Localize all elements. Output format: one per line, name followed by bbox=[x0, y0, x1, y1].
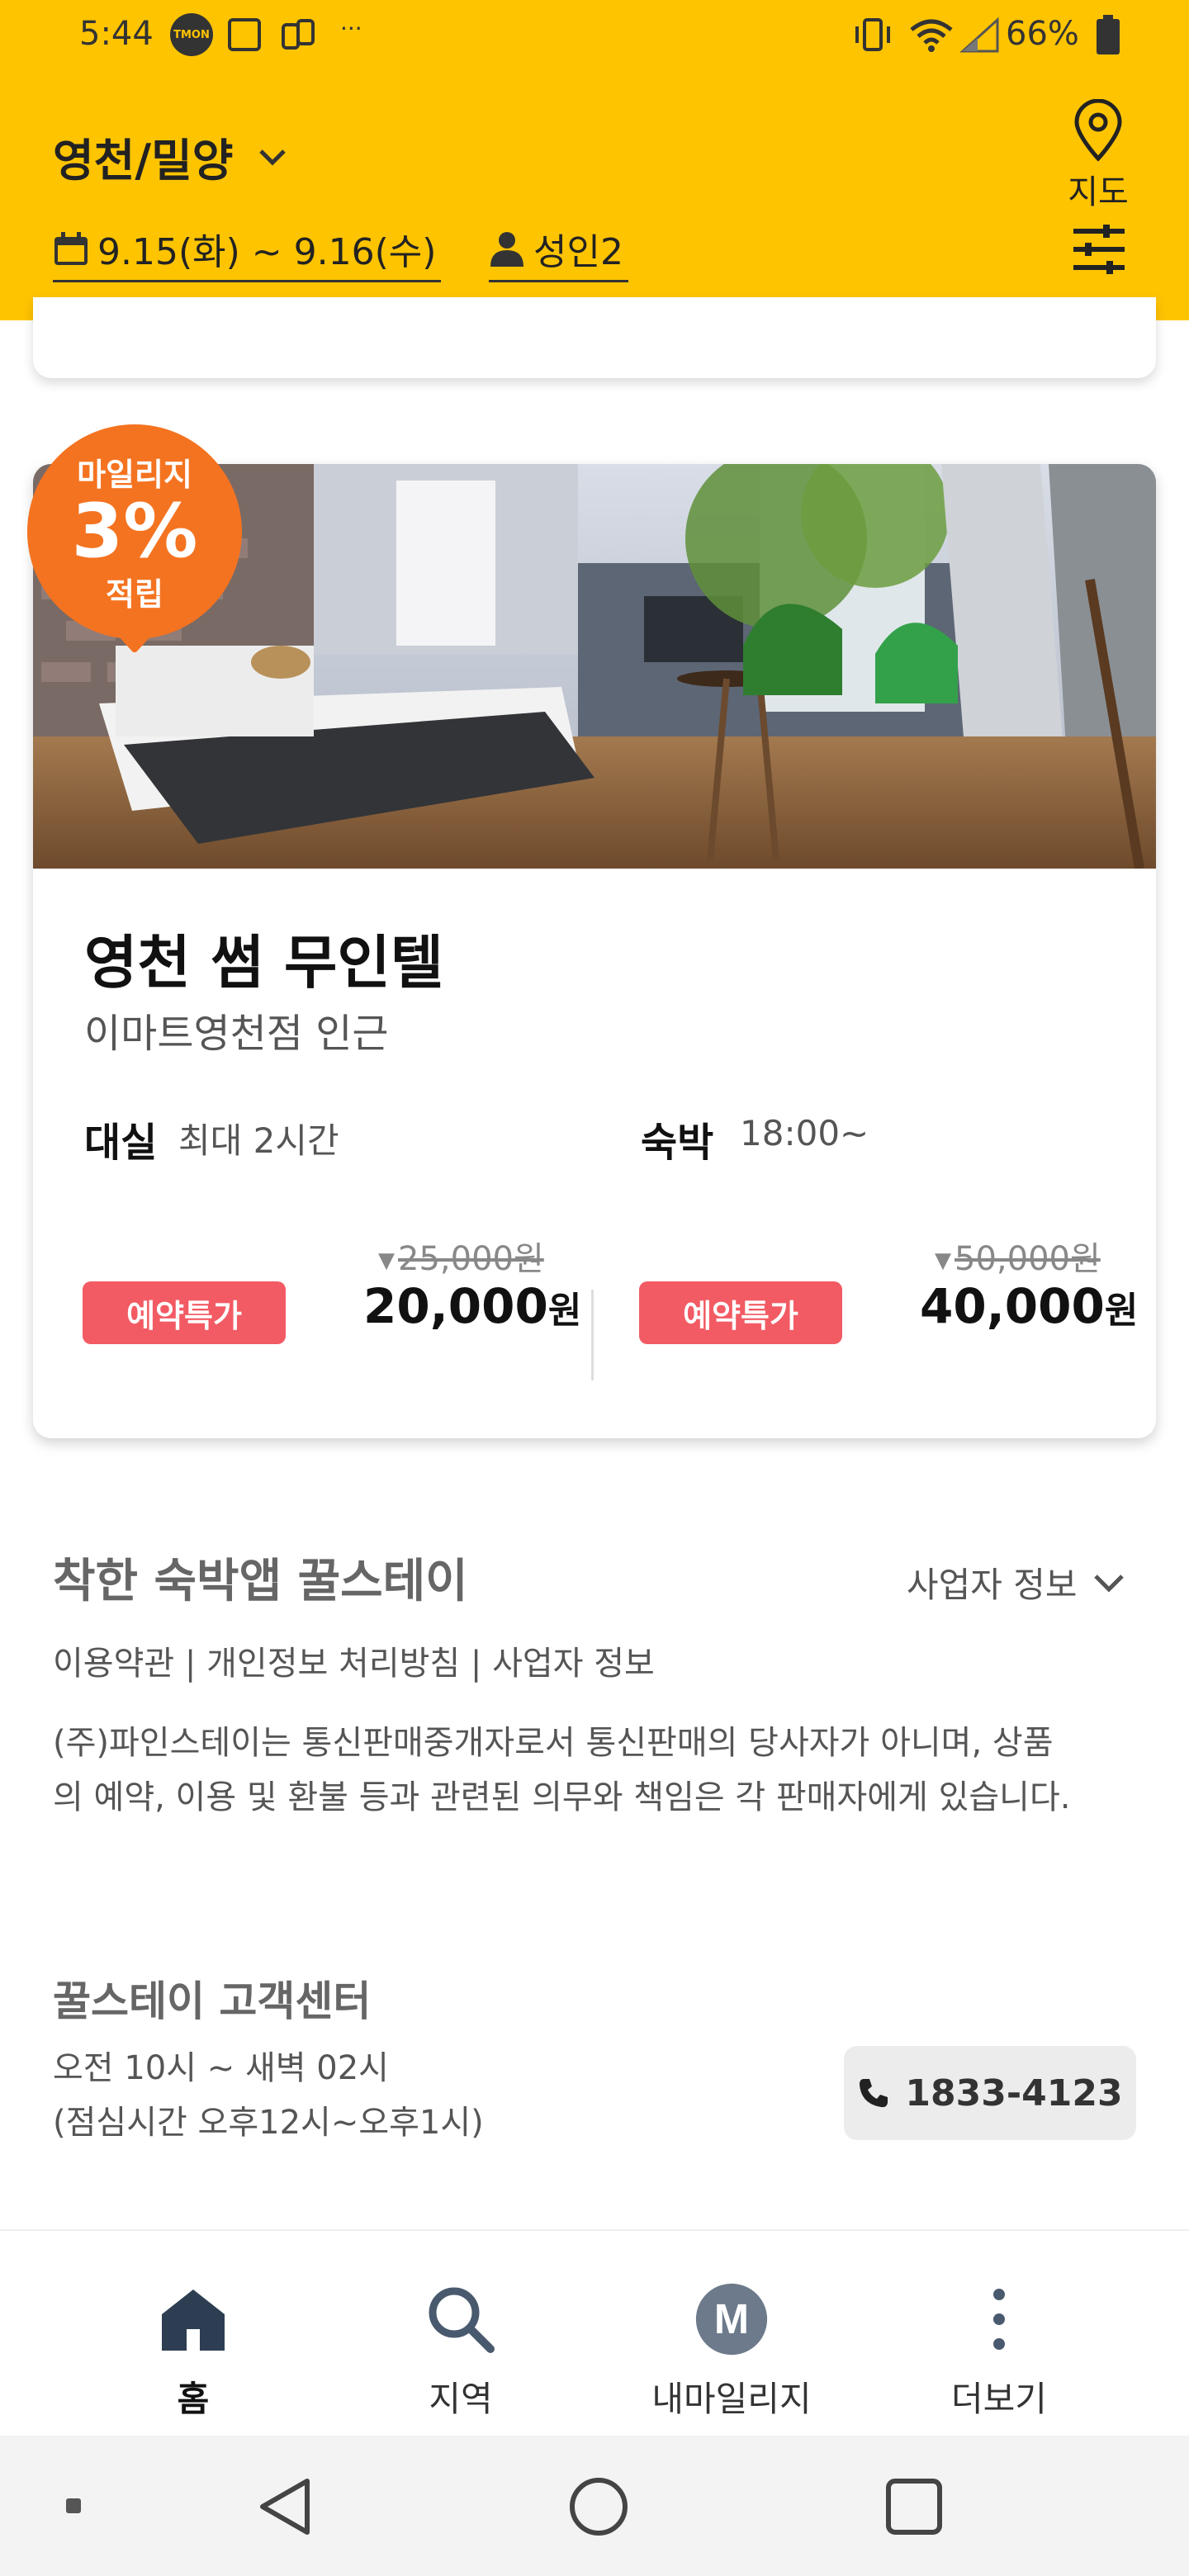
status-bar: 5:44 TMON ··· 66% bbox=[0, 0, 1189, 74]
footer-links[interactable]: 이용약관 | 개인정보 처리방침 | 사업자 정보 bbox=[53, 1636, 655, 1684]
person-icon bbox=[490, 231, 523, 267]
more-notifications-icon: ··· bbox=[340, 14, 362, 42]
date-selector[interactable]: 9.15(화) ~ 9.16(수) bbox=[53, 216, 442, 282]
previous-listing-card[interactable] bbox=[33, 297, 1156, 378]
signal-icon bbox=[959, 17, 1001, 53]
nav-region-label: 지역 bbox=[429, 2379, 493, 2419]
vibrate-icon bbox=[852, 17, 893, 53]
down-triangle-icon: ▼ bbox=[378, 1248, 395, 1273]
short-stay-promo-badge: 예약특가 bbox=[83, 1281, 286, 1344]
nav-mileage-label: 내마일리지 bbox=[651, 2379, 812, 2419]
nav-home[interactable]: 홈 bbox=[45, 2231, 342, 2437]
system-navigation-bar bbox=[0, 2436, 1189, 2576]
calendar-icon bbox=[54, 231, 88, 265]
region-name: 영천/밀양 bbox=[53, 135, 234, 187]
overnight-original-price: ▼ 50,000원 bbox=[935, 1240, 1101, 1278]
mileage-icon: M bbox=[694, 2282, 769, 2356]
business-info-toggle[interactable]: 사업자 정보 bbox=[907, 1557, 1125, 1608]
overnight-promo-badge: 예약특가 bbox=[639, 1281, 842, 1344]
nav-home-label: 홈 bbox=[177, 2379, 210, 2419]
dual-window-icon bbox=[281, 18, 315, 51]
back-icon[interactable] bbox=[248, 2474, 322, 2540]
rate-divider bbox=[591, 1290, 594, 1380]
badge-percent: 3% bbox=[71, 488, 198, 575]
battery-percent: 66% bbox=[1006, 15, 1079, 53]
short-stay-label: 대실 bbox=[84, 1120, 158, 1166]
down-triangle-icon: ▼ bbox=[935, 1248, 951, 1273]
cs-hours-line1: 오전 10시 ~ 새벽 02시 bbox=[53, 2049, 389, 2087]
date-range: 9.15(화) ~ 9.16(수) bbox=[97, 230, 437, 273]
short-stay-original-price: ▼ 25,000원 bbox=[378, 1240, 544, 1278]
nav-more[interactable]: 더보기 bbox=[850, 2231, 1148, 2437]
business-info-label: 사업자 정보 bbox=[907, 1565, 1078, 1605]
nav-region[interactable]: 지역 bbox=[312, 2231, 609, 2437]
cs-hours-line2: (점심시간 오후12시~오후1시) bbox=[53, 2104, 484, 2142]
chevron-down-icon bbox=[259, 149, 287, 166]
customer-center-hours: 오전 10시 ~ 새벽 02시 (점심시간 오후12시~오후1시) bbox=[53, 2041, 484, 2150]
map-button[interactable]: 지도 bbox=[1065, 98, 1131, 213]
overnight-label: 숙박 bbox=[641, 1120, 714, 1166]
search-icon bbox=[424, 2282, 498, 2356]
wifi-icon bbox=[908, 17, 955, 53]
tmon-app-icon: TMON bbox=[170, 13, 213, 56]
mileage-badge-text: 마일리지 3% 적립 bbox=[18, 419, 251, 652]
home-circle-icon[interactable] bbox=[561, 2474, 636, 2540]
more-icon bbox=[962, 2282, 1036, 2356]
header: 5:44 TMON ··· 66% 영천/밀양 9.15(화) ~ 9.16(수… bbox=[0, 0, 1189, 320]
app-page: 5:44 TMON ··· 66% 영천/밀양 9.15(화) ~ 9.16(수… bbox=[0, 0, 1189, 2576]
customer-center-title: 꿀스테이 고객센터 bbox=[53, 1977, 372, 2025]
gallery-notification-icon bbox=[228, 18, 261, 51]
overnight-price: 40,000원 bbox=[920, 1278, 1139, 1334]
footer-disclaimer: (주)파인스테이는 통신판매중개자로서 통신판매의 당사자가 아니며, 상품의 … bbox=[53, 1724, 1071, 1816]
region-selector[interactable]: 영천/밀양 bbox=[53, 124, 289, 189]
bottom-navigation: 홈 지역 M 내마일리지 더보기 bbox=[0, 2229, 1189, 2436]
map-pin-icon bbox=[1074, 98, 1122, 162]
recents-icon[interactable] bbox=[877, 2474, 951, 2540]
short-stay-price: 20,000원 bbox=[363, 1278, 582, 1334]
map-label: 지도 bbox=[1068, 173, 1129, 211]
phone-number: 1833-4123 bbox=[905, 2072, 1123, 2114]
short-stay-detail: 최대 2시간 bbox=[178, 1120, 339, 1161]
svg-text:M: M bbox=[714, 2295, 749, 2342]
nav-more-label: 더보기 bbox=[951, 2379, 1047, 2419]
hotel-name: 영천 썸 무인텔 bbox=[84, 929, 444, 997]
call-button[interactable]: 1833-4123 bbox=[844, 2046, 1136, 2140]
keyboard-dot-icon bbox=[61, 2493, 86, 2518]
hotel-location: 이마트영천점 인근 bbox=[84, 1011, 389, 1057]
badge-line3: 적립 bbox=[106, 576, 163, 613]
guest-selector[interactable]: 성인2 bbox=[489, 216, 628, 282]
battery-icon bbox=[1095, 15, 1121, 56]
home-icon bbox=[156, 2282, 230, 2356]
nav-mileage[interactable]: M 내마일리지 bbox=[583, 2231, 880, 2437]
status-time: 5:44 bbox=[79, 15, 154, 53]
chevron-down-icon bbox=[1093, 1574, 1124, 1593]
guest-count: 성인2 bbox=[533, 230, 623, 273]
overnight-detail: 18:00~ bbox=[740, 1113, 869, 1153]
footer-title: 착한 숙박앱 꿀스테이 bbox=[53, 1555, 468, 1608]
filter-icon[interactable] bbox=[1070, 223, 1128, 276]
phone-icon bbox=[860, 2079, 888, 2108]
